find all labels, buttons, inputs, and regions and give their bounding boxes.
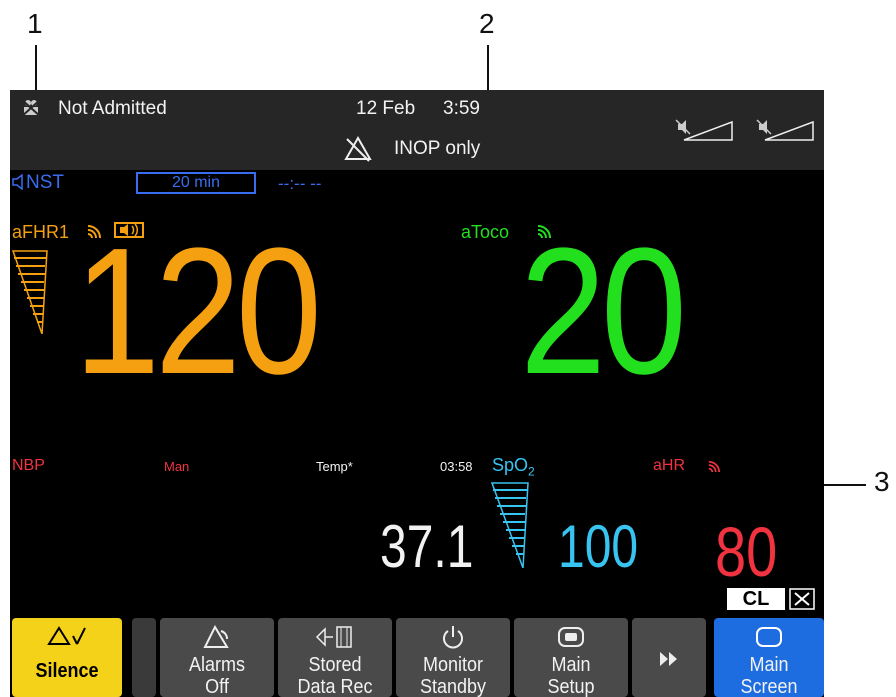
hr-value: 80 (715, 513, 778, 591)
alarm-bell-icon (160, 624, 274, 650)
alarms-off-label-1: Alarms (188, 654, 245, 676)
monitor-screen: Not Admitted 12 Feb 3:59 INOP only NST 2… (10, 90, 824, 697)
cl-button[interactable]: CL (727, 588, 785, 610)
setup-label-2: Setup (547, 676, 595, 697)
volume-muted-icon-2[interactable] (755, 118, 817, 149)
stored-label-1: Stored (308, 654, 362, 676)
toco-label[interactable]: aToco (461, 222, 509, 243)
main-screen-icon (714, 624, 824, 650)
main-setup-button[interactable]: Main Setup (514, 618, 628, 697)
callout-3: 3 (874, 466, 890, 497)
silence-icon (12, 624, 122, 650)
setup-icon (514, 624, 628, 650)
main-screen-label-2: Screen (740, 676, 798, 697)
alarms-off-label-2: Off (205, 676, 229, 697)
alarm-status: INOP only (394, 138, 481, 159)
alarms-off-button[interactable]: Alarms Off (160, 618, 274, 697)
status-bar: Not Admitted 12 Feb 3:59 INOP only (10, 90, 824, 170)
stored-label-2: Data Rec (297, 676, 373, 697)
softkey-bar: Silence Alarms Off Stored Data Rec Monit… (10, 618, 824, 697)
spo2-signal-bar-icon (490, 482, 529, 573)
spo2-value: 100 (558, 513, 639, 580)
callout-1: 1 (27, 8, 43, 39)
time: 3:59 (443, 98, 480, 119)
nst-clock: --:-- -- (278, 174, 322, 193)
main-screen-button[interactable]: Main Screen (714, 618, 824, 697)
nbp-mode: Man (164, 459, 190, 474)
not-admitted-icon (20, 98, 42, 123)
spo2-label[interactable]: SpO2 (492, 455, 535, 479)
hr-label[interactable]: aHR (653, 457, 685, 475)
patient-status[interactable]: Not Admitted (58, 98, 167, 120)
silence-label: Silence (35, 660, 99, 682)
speaker-icon (12, 173, 26, 195)
nst-label[interactable]: NST (26, 172, 64, 194)
power-icon (396, 624, 510, 650)
close-icon[interactable] (789, 588, 815, 615)
monitor-label-2: Standby (419, 676, 487, 697)
main-screen-label-1: Main (749, 654, 789, 676)
fhr-label[interactable]: aFHR1 (12, 222, 69, 243)
more-keys-button[interactable] (632, 618, 706, 697)
stored-data-rec-button[interactable]: Stored Data Rec (278, 618, 392, 697)
fast-forward-icon (632, 646, 706, 672)
alarm-off-icon (343, 135, 373, 168)
toco-value: 20 (520, 211, 687, 412)
nbp-label[interactable]: NBP (12, 457, 45, 475)
monitor-standby-button[interactable]: Monitor Standby (396, 618, 510, 697)
silence-button[interactable]: Silence (12, 618, 122, 697)
setup-label-1: Main (551, 654, 591, 676)
softkey-spacer (132, 618, 156, 697)
callout-2: 2 (479, 8, 495, 39)
stored-data-icon (278, 624, 392, 650)
nbp-time: 03:58 (440, 459, 473, 474)
hr-signal-quality-icon (707, 459, 721, 477)
volume-muted-icon[interactable] (674, 118, 736, 149)
monitor-label-1: Monitor (422, 654, 484, 676)
nst-timer: 20 min (136, 172, 256, 194)
temp-value: 37.1 (380, 513, 474, 580)
temp-label[interactable]: Temp* (316, 459, 353, 474)
fhr-signal-bar-icon (11, 250, 48, 339)
fhr-value: 120 (74, 211, 322, 412)
date: 12 Feb (356, 98, 416, 119)
